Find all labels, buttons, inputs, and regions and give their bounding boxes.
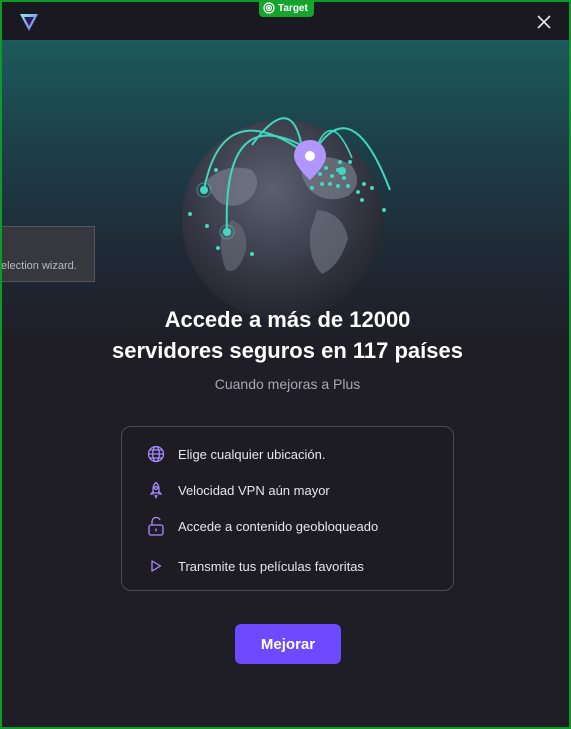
title-line-2: servidores seguros en 117 países <box>112 338 463 363</box>
target-badge-label: Target <box>278 2 308 14</box>
features-card: Elige cualquier ubicación. Velocidad VPN… <box>121 426 454 591</box>
target-badge: Target <box>259 0 314 17</box>
title-line-1: Accede a más de 12000 <box>164 307 411 332</box>
proton-vpn-logo-icon <box>20 14 38 31</box>
feature-item-geoblock: Accede a contenido geobloqueado <box>146 514 378 538</box>
rocket-icon <box>146 480 166 500</box>
background-tooltip: election wizard. <box>1 226 95 282</box>
feature-item-streaming: Transmite tus películas favoritas <box>146 554 364 578</box>
feature-label: Accede a contenido geobloqueado <box>178 518 379 534</box>
globe-icon <box>146 444 166 464</box>
upgrade-window: election wizard. Accede a más de 12000 s… <box>0 0 571 729</box>
feature-label: Velocidad VPN aún mayor <box>178 482 330 498</box>
globe-server-map-illustration <box>182 117 391 320</box>
feature-item-speed: Velocidad VPN aún mayor <box>146 478 330 502</box>
feature-label: Elige cualquier ubicación. <box>178 446 326 462</box>
background-tooltip-text: election wizard. <box>1 260 77 272</box>
close-button[interactable] <box>530 8 558 36</box>
play-icon <box>146 556 166 576</box>
close-icon <box>537 15 551 29</box>
target-icon <box>263 2 275 14</box>
feature-item-location: Elige cualquier ubicación. <box>146 442 325 466</box>
unlock-icon <box>146 516 166 536</box>
feature-label: Transmite tus películas favoritas <box>178 558 364 574</box>
page-title: Accede a más de 12000 servidores seguros… <box>2 304 569 366</box>
upgrade-button[interactable]: Mejorar <box>235 624 341 664</box>
hero-banner <box>2 40 569 340</box>
subtitle: Cuando mejoras a Plus <box>214 376 361 392</box>
